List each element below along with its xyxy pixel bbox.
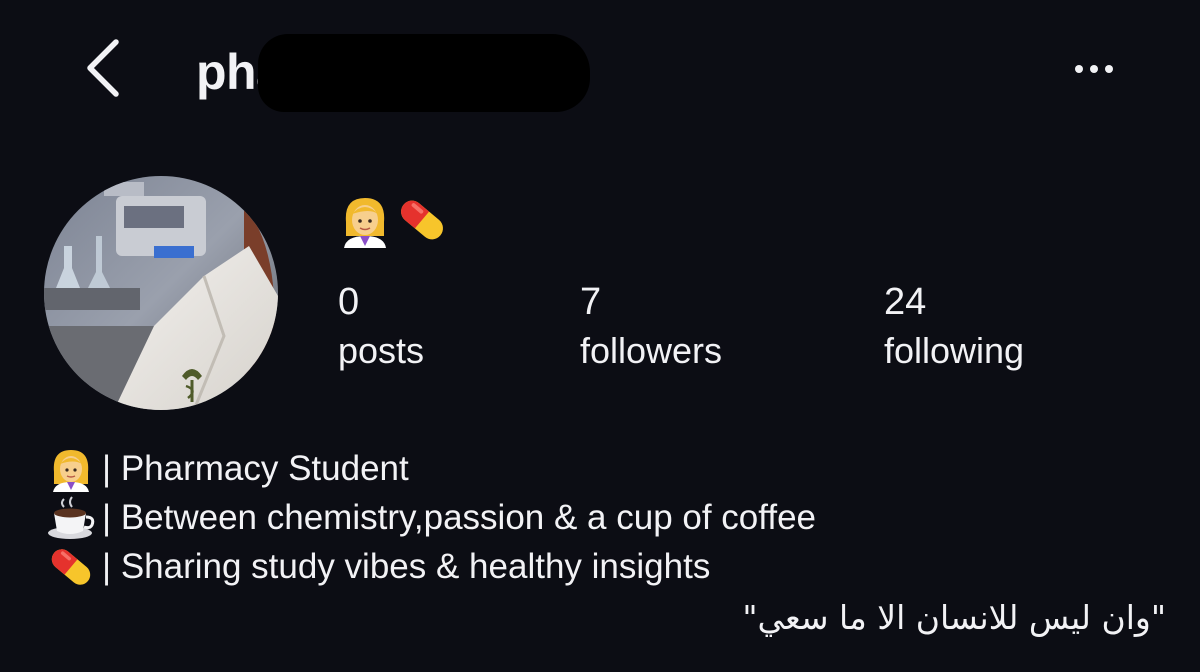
posts-label: posts (338, 330, 425, 371)
pill-emoji (51, 548, 91, 585)
profile-name-emojis (340, 192, 450, 248)
bio-arabic-quote: "وان ليس للانسان الا ما سعي" (742, 597, 1166, 637)
followers-count: 7 (580, 281, 602, 323)
posts-count: 0 (338, 281, 360, 323)
profile-screen: pha 0 posts 7 followers 24 following | P… (0, 0, 1200, 672)
username-redaction (258, 34, 590, 112)
posts-stat[interactable]: 0 posts (338, 280, 424, 376)
lab-coat-photo (44, 176, 278, 410)
bio-line: | Sharing study vibes & healthy insights (46, 542, 1166, 591)
followers-stat[interactable]: 7 followers (580, 280, 722, 376)
bio-text: | Pharmacy Student (102, 449, 409, 488)
bio-line: | Between chemistry,passion & a cup of c… (46, 493, 1166, 542)
following-label: following (884, 330, 1025, 371)
back-button[interactable] (76, 36, 132, 100)
woman-health-worker-emoji (53, 449, 89, 492)
pill-emoji (401, 200, 443, 240)
ellipsis-icon (1075, 65, 1113, 73)
followers-label: followers (580, 330, 723, 371)
woman-health-worker-emoji (344, 198, 386, 248)
bio-line: | Pharmacy Student (46, 444, 1166, 493)
hot-beverage-emoji (48, 495, 95, 539)
chevron-left-icon (87, 39, 119, 97)
bio-text: | Sharing study vibes & healthy insights (102, 547, 711, 586)
following-count: 24 (884, 281, 927, 323)
more-options-button[interactable] (1070, 56, 1122, 82)
profile-bio: | Pharmacy Student | Between chemistry,p… (46, 444, 1166, 643)
following-stat[interactable]: 24 following (884, 280, 1024, 376)
bio-text: | Between chemistry,passion & a cup of c… (102, 498, 817, 537)
profile-avatar[interactable] (44, 176, 278, 410)
